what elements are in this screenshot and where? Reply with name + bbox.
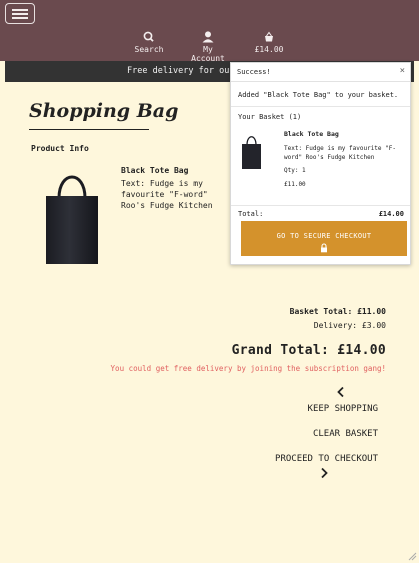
toast-divider: [231, 205, 410, 206]
secure-checkout-label: GO TO SECURE CHECKOUT: [276, 231, 372, 240]
user-icon: [202, 31, 214, 43]
chevron-left-icon[interactable]: [336, 386, 346, 398]
toast-title: Success!: [237, 68, 271, 76]
title-underline: [29, 129, 149, 130]
basket-icon: [265, 31, 273, 42]
success-toast: Success! × Added "Black Tote Bag" to you…: [230, 62, 411, 265]
toast-item-text: Text: Fudge is my favourite "F-word" Roo…: [284, 145, 396, 161]
nav-basket-total: £14.00: [254, 45, 284, 54]
nav-search[interactable]: Search: [134, 31, 164, 54]
free-delivery-message: You could get free delivery by joining t…: [110, 364, 386, 373]
toast-item-price: £11.00: [284, 181, 306, 188]
toast-item-qty: Qty: 1: [284, 167, 306, 174]
product-image: [46, 175, 98, 264]
delivery-cost: Delivery: £3.00: [313, 321, 386, 330]
toast-item-name: Black Tote Bag: [284, 130, 339, 138]
proceed-to-checkout-link[interactable]: PROCEED TO CHECKOUT: [275, 454, 378, 464]
close-icon[interactable]: ×: [400, 66, 405, 76]
keep-shopping-link[interactable]: KEEP SHOPPING: [308, 404, 378, 414]
hamburger-menu-button[interactable]: [5, 3, 35, 24]
search-icon: [143, 31, 154, 42]
hamburger-icon: [12, 9, 28, 11]
toast-divider: [231, 106, 410, 107]
nav-my-account[interactable]: My Account: [185, 31, 231, 63]
nav-basket[interactable]: £14.00: [254, 31, 284, 54]
page-title: Shopping Bag: [29, 100, 179, 122]
toast-header: Success! ×: [231, 63, 410, 82]
toast-message: Added "Black Tote Bag" to your basket.: [238, 91, 399, 99]
product-custom-text: Text: Fudge is my favourite "F-word" Roo…: [121, 179, 213, 210]
toast-item-image: [242, 136, 261, 169]
resize-grip-icon[interactable]: [407, 551, 417, 561]
product-name: Black Tote Bag: [121, 166, 189, 175]
toast-basket-heading: Your Basket (1): [238, 113, 302, 121]
grand-total: Grand Total: £14.00: [231, 343, 386, 358]
toast-total-value: £14.00: [378, 210, 404, 218]
lock-icon: [321, 242, 327, 252]
chevron-right-icon[interactable]: [319, 467, 329, 479]
secure-checkout-button[interactable]: GO TO SECURE CHECKOUT: [241, 221, 407, 256]
nav-search-label: Search: [134, 45, 164, 54]
top-navbar: Search My Account £14.00: [0, 0, 419, 63]
product-info-header: Product Info: [31, 144, 89, 153]
clear-basket-link[interactable]: CLEAR BASKET: [313, 429, 378, 439]
toast-total-label: Total:: [238, 210, 264, 218]
basket-total: Basket Total: £11.00: [289, 307, 386, 316]
